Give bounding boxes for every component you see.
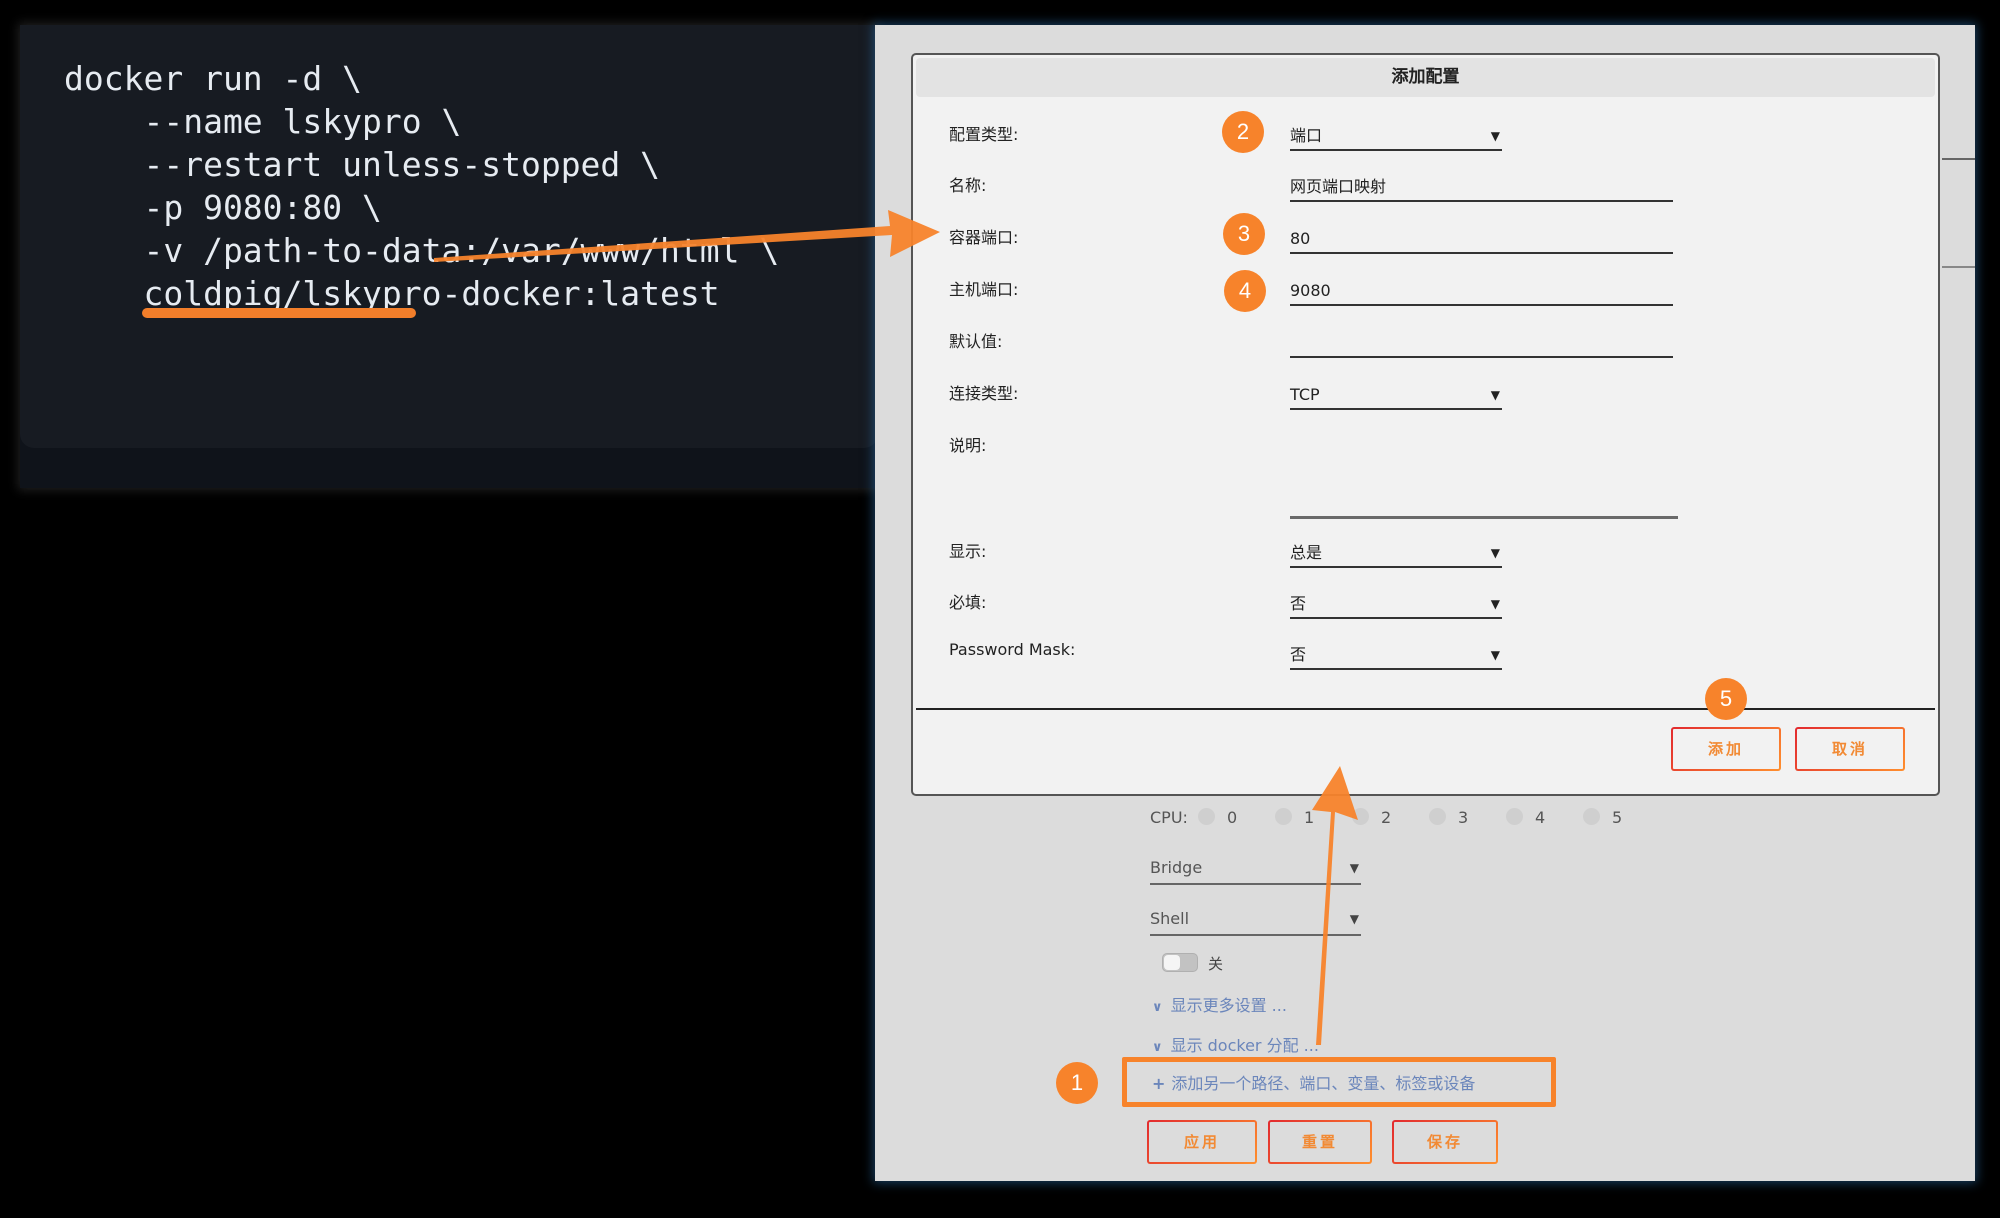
description-label: 说明: (949, 436, 987, 455)
console-shell-select[interactable]: Shell ▼ (1150, 904, 1361, 936)
dropdown-caret-icon: ▼ (1349, 861, 1359, 875)
network-type-value: Bridge (1150, 858, 1203, 877)
dropdown-caret-icon: ▼ (1490, 546, 1500, 560)
cpu-checkbox[interactable] (1583, 808, 1600, 825)
step-badge-3: 3 (1223, 213, 1265, 255)
background-divider (1942, 266, 1975, 268)
apply-button[interactable]: 应用 (1147, 1120, 1257, 1164)
cpu-checkbox[interactable] (1198, 808, 1215, 825)
plus-icon: + (1152, 1074, 1166, 1093)
cpu-checkbox[interactable] (1352, 808, 1369, 825)
save-button[interactable]: 保存 (1392, 1120, 1498, 1164)
step-badge-2: 2 (1222, 111, 1264, 153)
background-divider (1942, 158, 1975, 160)
cpu-option-label: 4 (1535, 808, 1546, 827)
dialog-divider (916, 708, 1935, 710)
required-select[interactable]: 否 ▼ (1290, 589, 1502, 619)
code-line: docker run -d \ (64, 59, 363, 98)
config-type-select[interactable]: 端口 ▼ (1290, 121, 1502, 151)
code-panel: docker run -d \ --name lskypro \ --resta… (20, 25, 878, 488)
show-docker-allocations-label: 显示 docker 分配 ... (1170, 1036, 1319, 1055)
connection-type-select[interactable]: TCP ▼ (1290, 380, 1502, 410)
chevron-down-icon: ∨ (1152, 1040, 1163, 1055)
cpu-option-label: 5 (1612, 808, 1623, 827)
show-more-settings-label: 显示更多设置 ... (1170, 996, 1287, 1015)
privileged-toggle[interactable] (1162, 953, 1198, 972)
cpu-option-label: 1 (1304, 808, 1315, 827)
code-block: docker run -d \ --name lskypro \ --resta… (20, 25, 878, 448)
code-line-port: -p 9080:80 \ (64, 188, 382, 227)
display-value: 总是 (1290, 543, 1323, 562)
cpu-label: CPU: (1150, 808, 1188, 827)
host-port-label: 主机端口: (949, 280, 1019, 299)
cpu-checkbox[interactable] (1506, 808, 1523, 825)
cpu-option-label: 2 (1381, 808, 1392, 827)
default-value-input[interactable] (1290, 328, 1673, 358)
cpu-option-label: 0 (1227, 808, 1238, 827)
config-type-value: 端口 (1290, 126, 1323, 145)
network-type-select[interactable]: Bridge ▼ (1150, 853, 1361, 885)
display-select[interactable]: 总是 ▼ (1290, 538, 1502, 568)
add-another-label: 添加另一个路径、端口、变量、标签或设备 (1171, 1074, 1476, 1093)
container-port-label: 容器端口: (949, 228, 1019, 247)
step-badge-4: 4 (1224, 270, 1266, 312)
reset-button[interactable]: 重置 (1268, 1120, 1372, 1164)
dropdown-caret-icon: ▼ (1349, 912, 1359, 926)
dropdown-caret-icon: ▼ (1490, 388, 1500, 402)
required-value: 否 (1290, 594, 1307, 613)
name-label: 名称: (949, 176, 987, 195)
code-line: -v /path-to-data:/var/www/html \ (64, 231, 780, 270)
add-another-path-port-variable-link[interactable]: + 添加另一个路径、端口、变量、标签或设备 (1152, 1070, 1475, 1094)
password-mask-select[interactable]: 否 ▼ (1290, 640, 1502, 670)
toggle-knob (1164, 955, 1180, 970)
add-config-dialog: 添加配置 配置类型: 端口 ▼ 名称: 网页端口映射 容器端口: 80 主机端口… (911, 53, 1940, 796)
host-port-input[interactable]: 9080 (1290, 276, 1673, 306)
console-shell-value: Shell (1150, 909, 1190, 928)
config-type-label: 配置类型: (949, 125, 1019, 144)
display-label: 显示: (949, 542, 987, 561)
step-badge-1: 1 (1056, 1062, 1098, 1104)
cancel-button[interactable]: 取消 (1795, 727, 1905, 771)
connection-type-value: TCP (1290, 385, 1320, 404)
toggle-state-label: 关 (1208, 955, 1224, 973)
required-label: 必填: (949, 593, 987, 612)
password-mask-value: 否 (1290, 645, 1307, 664)
code-line: --name lskypro \ (64, 102, 462, 141)
cpu-option-label: 3 (1458, 808, 1469, 827)
cpu-checkbox[interactable] (1275, 808, 1292, 825)
dropdown-caret-icon: ▼ (1490, 597, 1500, 611)
show-docker-allocations-link[interactable]: ∨ 显示 docker 分配 ... (1152, 1032, 1319, 1056)
connection-type-label: 连接类型: (949, 384, 1019, 403)
code-line: --restart unless-stopped \ (64, 145, 661, 184)
port-highlight-underline (142, 308, 416, 318)
cpu-checkbox[interactable] (1429, 808, 1446, 825)
show-more-settings-link[interactable]: ∨ 显示更多设置 ... (1152, 992, 1287, 1016)
description-textarea[interactable] (1290, 460, 1678, 519)
dropdown-caret-icon: ▼ (1490, 129, 1500, 143)
default-value-label: 默认值: (949, 332, 1003, 351)
dialog-title: 添加配置 (916, 58, 1935, 97)
chevron-down-icon: ∨ (1152, 1000, 1163, 1015)
step-badge-5: 5 (1705, 678, 1747, 720)
password-mask-label: Password Mask: (949, 640, 1076, 659)
name-input[interactable]: 网页端口映射 (1290, 172, 1673, 202)
dropdown-caret-icon: ▼ (1490, 648, 1500, 662)
add-button[interactable]: 添加 (1671, 727, 1781, 771)
container-port-input[interactable]: 80 (1290, 224, 1673, 254)
